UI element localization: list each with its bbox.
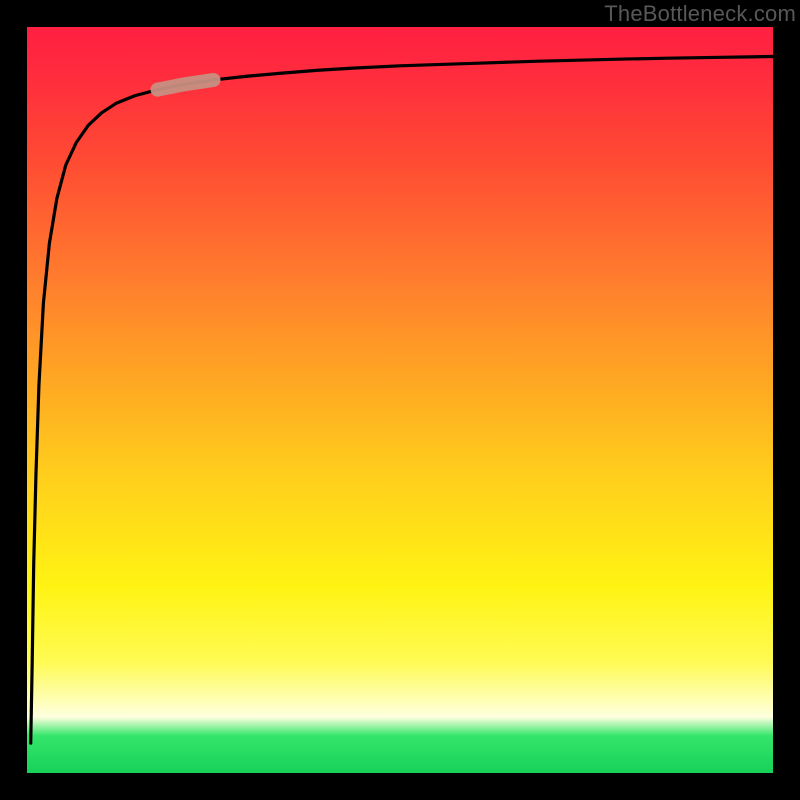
chart-plot-area [27,27,773,773]
chart-stage: TheBottleneck.com [0,0,800,800]
attribution-text: TheBottleneck.com [604,1,796,27]
